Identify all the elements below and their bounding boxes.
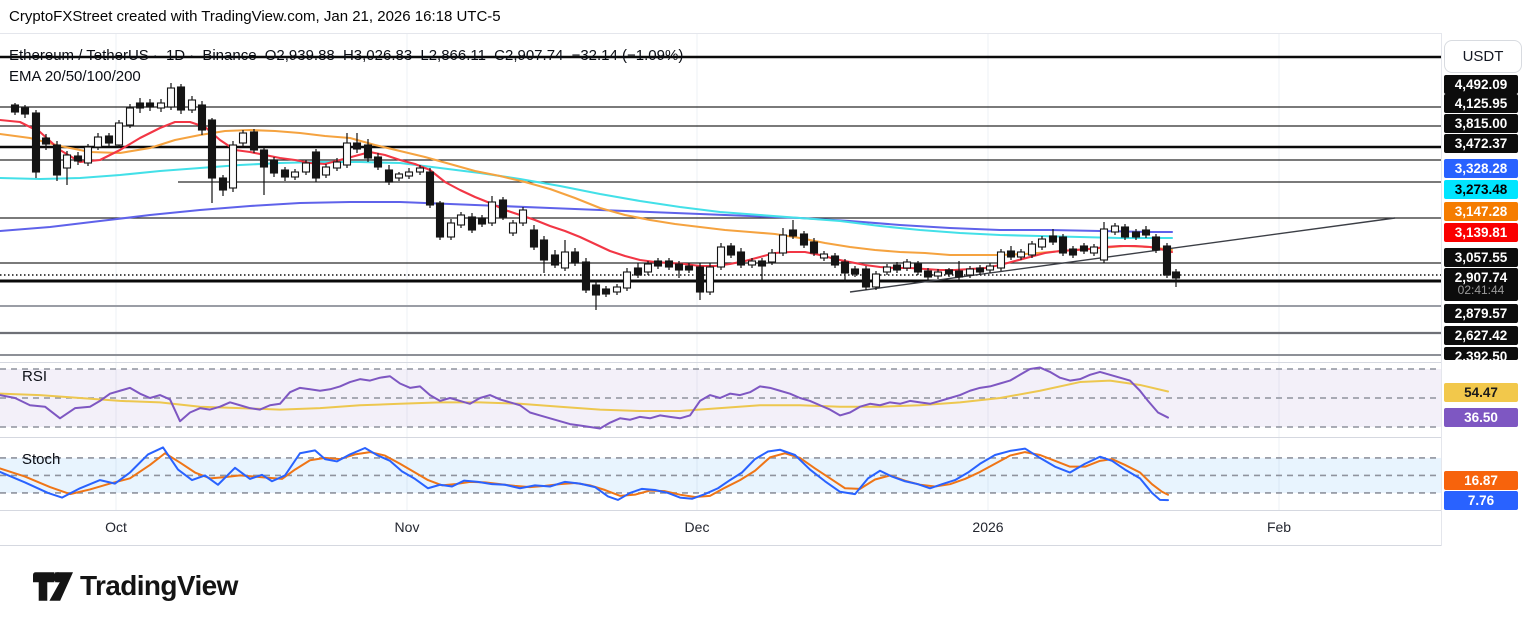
price-scale-label: 2,879.57	[1444, 304, 1518, 323]
attribution-text: CryptoFXStreet created with TradingView.…	[9, 8, 501, 25]
bar-countdown: 02:41:44	[1449, 284, 1513, 297]
axis-label-feb: Feb	[1267, 519, 1291, 535]
price-scale-label: 3,328.28	[1444, 159, 1518, 178]
price-scale-label: 54.47	[1444, 383, 1518, 402]
interval-label: 1D	[166, 47, 185, 64]
ohlc-open: O2,939.88	[265, 47, 335, 64]
price-scale[interactable]: USDT 100.00 4,492.094,125.953,815.003,47…	[1441, 33, 1536, 546]
axis-label-nov: Nov	[395, 519, 420, 535]
ohlc-change: −32.14 (−1.09%)	[572, 47, 684, 64]
price-scale-label: 3,057.55	[1444, 248, 1518, 267]
chart-canvas[interactable]	[0, 0, 1536, 624]
current-price-label: 2,907.7402:41:44	[1444, 268, 1518, 301]
ohlc-high: H3,026.83	[343, 47, 412, 64]
tradingview-chart-screenshot: CryptoFXStreet created with TradingView.…	[0, 0, 1536, 624]
price-scale-label: 3,147.28	[1444, 202, 1518, 221]
symbol-name: Ethereum / TetherUS	[9, 47, 149, 64]
ohlc-low: L2,866.11	[420, 47, 486, 64]
ohlc-close: C2,907.74	[494, 47, 563, 64]
ema-indicator-label[interactable]: EMA 20/50/100/200	[9, 68, 141, 85]
header-separator	[0, 33, 1536, 34]
axis-label-dec: Dec	[685, 519, 710, 535]
axis-label-oct: Oct	[105, 519, 127, 535]
rsi-pane-label[interactable]: RSI	[22, 368, 47, 385]
price-scale-label: 4,492.09	[1444, 75, 1518, 94]
price-scale-label: 2,392.50	[1444, 347, 1518, 360]
tradingview-logo-icon	[33, 572, 73, 601]
exchange-label: Binance	[202, 47, 256, 64]
price-scale-label: 3,139.81	[1444, 223, 1518, 242]
price-scale-label: 3,815.00	[1444, 114, 1518, 133]
price-scale-label: 16.87	[1444, 471, 1518, 490]
price-scale-label: 7.76	[1444, 491, 1518, 510]
price-scale-label: 2,627.42	[1444, 326, 1518, 345]
price-scale-label: 4,125.95	[1444, 94, 1518, 113]
currency-usdt-button[interactable]: USDT	[1444, 40, 1522, 73]
price-scale-label: 3,472.37	[1444, 134, 1518, 153]
tradingview-logo[interactable]: TradingView	[33, 570, 238, 602]
axis-label-2026: 2026	[972, 519, 1003, 535]
price-scale-label: 3,273.48	[1444, 180, 1518, 199]
tradingview-logo-text: TradingView	[80, 570, 238, 602]
price-scale-label: 36.50	[1444, 408, 1518, 427]
stoch-pane-label[interactable]: Stoch	[22, 451, 60, 468]
symbol-title-row[interactable]: Ethereum / TetherUS· 1D· Binance O2,939.…	[9, 47, 687, 64]
